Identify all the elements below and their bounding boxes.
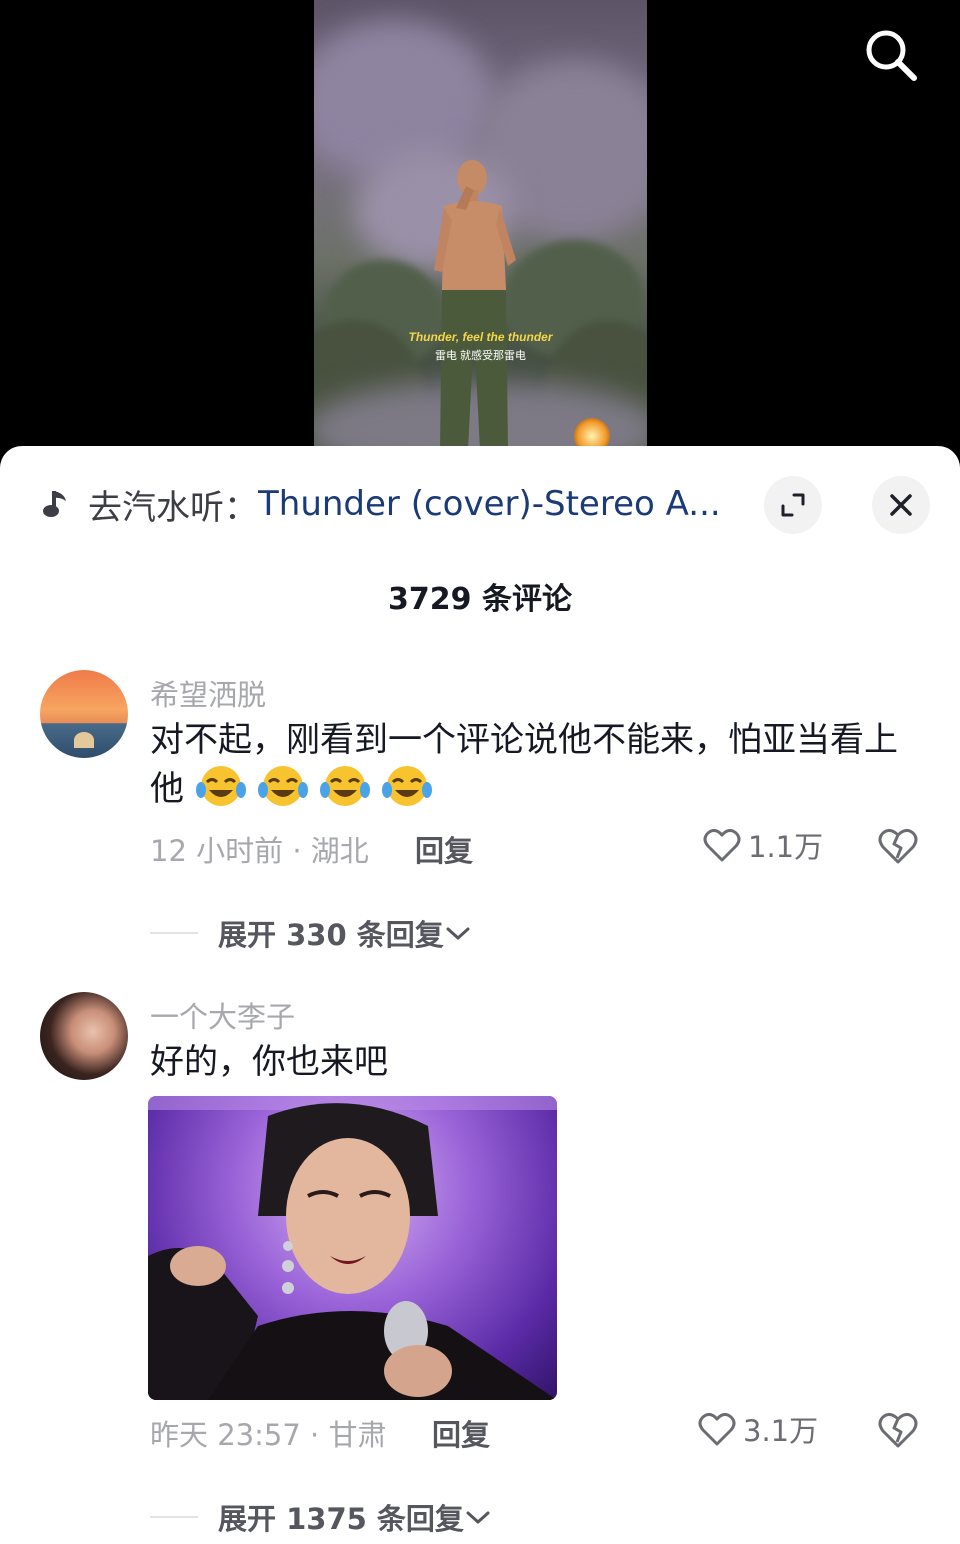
divider: [150, 1516, 198, 1518]
avatar-figure: [74, 732, 94, 748]
singer-figure: [434, 160, 516, 450]
broken-heart-icon: [878, 828, 918, 864]
crying-laughing-emoji-icon: [257, 766, 308, 806]
expand-replies-text: 展开 330 条回复: [218, 918, 444, 952]
comment-sheet: 去汽水听： Thunder (cover)-Stereo A... 3729 条…: [0, 446, 960, 1544]
comment-text: 好的，你也来吧: [150, 1042, 388, 1082]
reply-button[interactable]: 回复: [415, 828, 473, 870]
heart-icon: [698, 1412, 736, 1446]
subtitle-english: Thunder, feel the thunder: [408, 330, 553, 344]
close-button[interactable]: [872, 476, 930, 534]
comment-time-location: 昨天 23:57 · 甘肃: [150, 1418, 387, 1452]
like-button[interactable]: 3.1万: [697, 1408, 818, 1450]
heart-icon: [703, 828, 741, 862]
comment-text: 对不起，刚看到一个评论说他不能来，怕亚当看上他: [150, 716, 910, 813]
subtitle-chinese: 雷电 就感受那雷电: [434, 350, 527, 362]
comment-image[interactable]: [148, 1096, 557, 1400]
music-note-icon: [43, 491, 66, 517]
comment-count: 3729 条评论: [388, 582, 572, 617]
expand-icon: [781, 493, 805, 517]
divider: [150, 932, 198, 934]
expand-replies-button[interactable]: 展开 1375 条回复: [150, 1496, 492, 1538]
comment-username[interactable]: 希望洒脱: [150, 672, 266, 714]
close-icon: [890, 494, 912, 516]
expand-replies-text: 展开 1375 条回复: [218, 1502, 464, 1536]
broken-heart-icon: [878, 1412, 918, 1448]
search-icon: [866, 30, 917, 81]
search-button[interactable]: [860, 24, 920, 84]
expand-replies-button[interactable]: 展开 330 条回复: [150, 912, 472, 954]
crying-laughing-emoji-icon: [195, 766, 246, 806]
reply-button[interactable]: 回复: [432, 1412, 490, 1454]
avatar[interactable]: [40, 670, 128, 758]
fullscreen-button[interactable]: [764, 476, 822, 534]
music-prefix: 去汽水听：: [88, 487, 258, 528]
like-count: 3.1万: [743, 1414, 819, 1448]
comment-image-photo: [148, 1096, 557, 1400]
music-link[interactable]: 去汽水听： Thunder (cover)-Stereo A...: [40, 476, 740, 532]
crying-laughing-emoji-icon: [381, 766, 432, 806]
chevron-down-icon: [466, 1511, 490, 1524]
music-title[interactable]: Thunder (cover)-Stereo A...: [258, 484, 721, 524]
crying-laughing-emoji-icon: [319, 766, 370, 806]
video-player[interactable]: Thunder, feel the thunder 雷电 就感受那雷电: [0, 0, 960, 470]
avatar[interactable]: [40, 992, 128, 1080]
like-count: 1.1万: [748, 830, 824, 864]
like-button[interactable]: 1.1万: [702, 824, 823, 866]
comment-username[interactable]: 一个大李子: [150, 994, 295, 1036]
comment-time-location: 12 小时前 · 湖北: [150, 834, 369, 868]
dislike-button[interactable]: [876, 824, 920, 868]
chevron-down-icon: [446, 927, 470, 940]
dislike-button[interactable]: [876, 1408, 920, 1452]
